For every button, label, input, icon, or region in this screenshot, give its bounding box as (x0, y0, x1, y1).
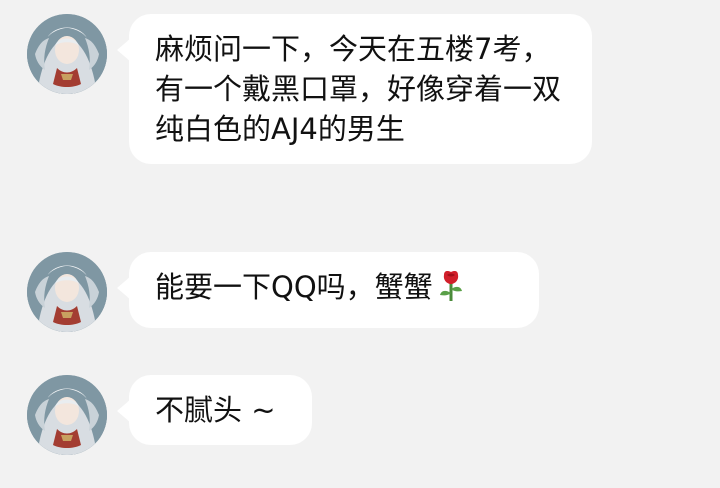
chat-panel: 麻烦问一下，今天在五楼7考，有一个戴黑口罩，好像穿着一双纯白色的AJ4的男生 能… (0, 0, 720, 488)
anime-avatar-icon (27, 375, 107, 455)
message-bubble[interactable]: 麻烦问一下，今天在五楼7考，有一个戴黑口罩，好像穿着一双纯白色的AJ4的男生 (117, 14, 592, 164)
message-text: 能要一下QQ吗，蟹蟹 (155, 270, 433, 304)
sender-avatar[interactable] (27, 375, 107, 455)
anime-avatar-icon (27, 252, 107, 332)
message-bubble[interactable]: 能要一下QQ吗，蟹蟹 (117, 252, 539, 328)
message-text: 麻烦问一下，今天在五楼7考，有一个戴黑口罩，好像穿着一双纯白色的AJ4的男生 (155, 32, 562, 146)
anime-avatar-icon (27, 14, 107, 94)
message-bubble[interactable]: 不腻头 ~ (117, 375, 312, 445)
rose-emoji-icon (437, 269, 465, 313)
sender-avatar[interactable] (27, 252, 107, 332)
sender-avatar[interactable] (27, 14, 107, 94)
message-text: 不腻头 ~ (155, 393, 276, 427)
